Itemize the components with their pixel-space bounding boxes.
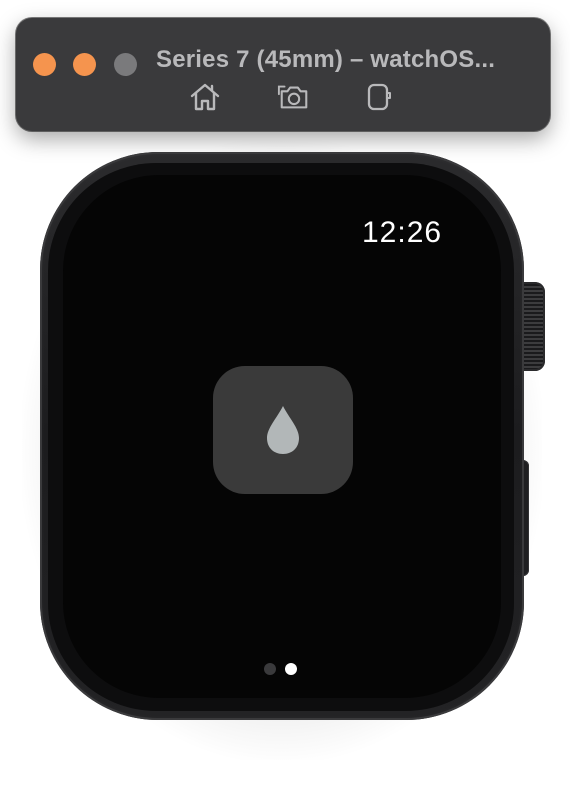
page-indicator	[264, 662, 304, 676]
home-button[interactable]	[188, 80, 222, 114]
rotate-button[interactable]	[361, 80, 395, 114]
window-minimize-button[interactable]	[73, 53, 96, 76]
page-dot-inactive[interactable]	[264, 663, 276, 675]
camera-icon	[277, 85, 308, 109]
simulator-titlebar: Series 7 (45mm) – watchOS...	[16, 18, 550, 131]
water-drop-icon	[267, 406, 299, 454]
window-zoom-button[interactable]	[114, 53, 137, 76]
home-icon	[190, 83, 220, 111]
water-app-icon[interactable]	[213, 366, 353, 494]
screenshot-button[interactable]	[277, 80, 311, 114]
window-title: Series 7 (45mm) – watchOS...	[156, 46, 496, 73]
simulator-stage: Series 7 (45mm) – watchOS... 12:26	[0, 0, 570, 808]
window-close-button[interactable]	[33, 53, 56, 76]
page-dot-active[interactable]	[285, 663, 297, 675]
rotate-device-icon	[367, 83, 391, 111]
status-time: 12:26	[362, 216, 443, 249]
